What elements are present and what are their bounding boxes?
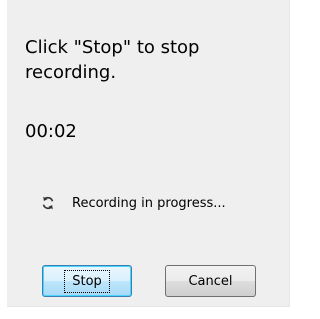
recording-status: Recording in progress... [41,194,226,212]
stop-button-label: Stop [64,269,110,293]
instruction-text: Click "Stop" to stop recording. [25,37,200,83]
elapsed-timer: 00:02 [25,121,77,142]
status-text: Recording in progress... [72,195,226,211]
refresh-icon [41,195,55,211]
cancel-button[interactable]: Cancel [165,265,256,297]
recording-dialog: Click "Stop" to stop recording. 00:02 Re… [7,0,290,307]
stop-button[interactable]: Stop [42,265,132,297]
